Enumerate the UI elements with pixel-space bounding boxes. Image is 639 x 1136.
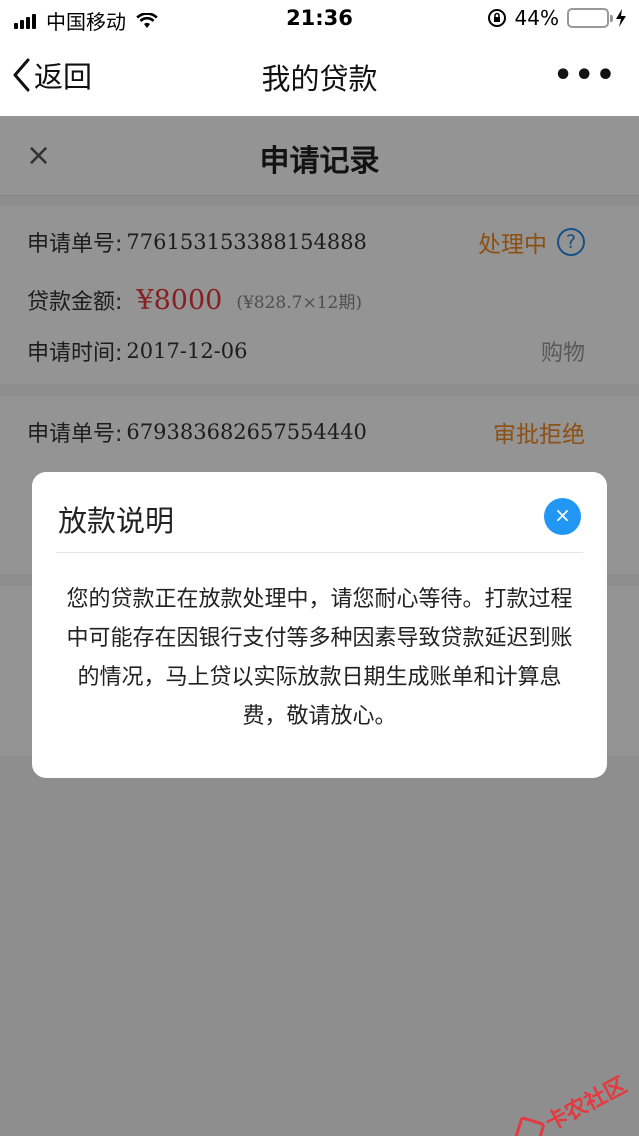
- divider: [56, 552, 583, 553]
- status-bar: 中国移动 21:36 44%: [0, 0, 639, 36]
- dialog-title: 放款说明: [58, 504, 175, 538]
- charging-icon: [616, 9, 626, 27]
- status-right: 44%: [487, 6, 627, 30]
- more-icon[interactable]: •••: [553, 58, 617, 93]
- close-icon[interactable]: ×: [544, 498, 581, 535]
- dialog-body: 您的贷款正在放款处理中，请您耐心等待。打款过程中可能存在因银行支付等多种因素导致…: [66, 587, 573, 729]
- nav-bar: 返回 我的贷款 •••: [0, 36, 639, 116]
- battery-percent: 44%: [514, 6, 559, 30]
- watermark-logo-icon: [513, 1115, 546, 1136]
- orientation-lock-icon: [487, 9, 506, 27]
- nav-title: 我的贷款: [261, 62, 378, 96]
- battery-icon: [567, 8, 613, 28]
- disbursement-dialog: 放款说明 × 您的贷款正在放款处理中，请您耐心等待。打款过程中可能存在因银行支付…: [32, 472, 607, 778]
